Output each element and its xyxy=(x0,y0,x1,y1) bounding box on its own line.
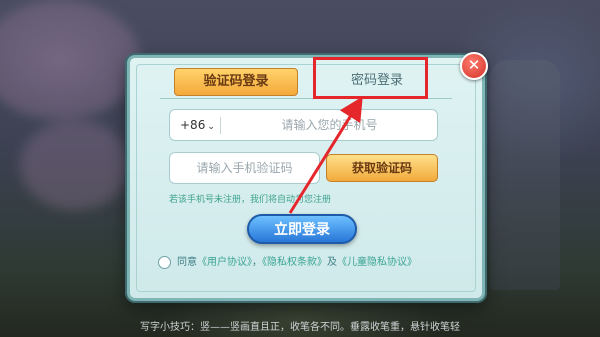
annotation-arrow xyxy=(288,96,363,214)
writing-tip: 写字小技巧：竖——竖画直且正，收笔各不同。垂露收笔重，悬针收笔轻 xyxy=(140,322,460,333)
